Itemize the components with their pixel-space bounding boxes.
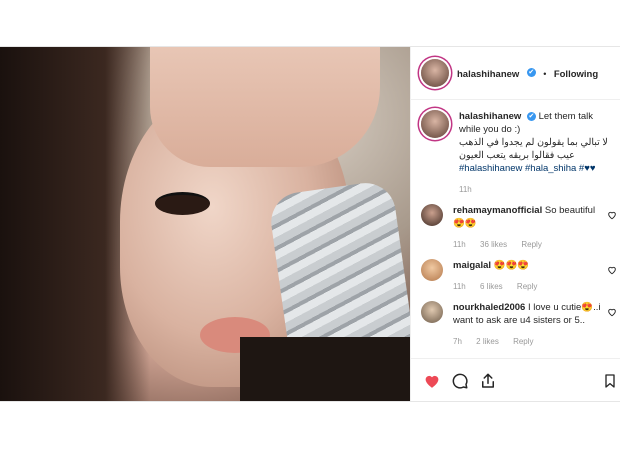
caption-hashtags[interactable]: #halashihanew #hala_shiha <box>459 163 576 174</box>
header-separator: • <box>543 69 547 79</box>
caption-arabic: لا تبالي بما يقولون لم يجدوا في الذهب عي… <box>459 137 608 161</box>
comment-username[interactable]: rehamaymanofficial <box>453 205 542 216</box>
share-icon[interactable] <box>477 370 499 392</box>
post-header: halashihanew ✔ • Following <box>411 47 620 100</box>
comment-meta: 11h 36 likes Reply <box>453 238 603 251</box>
post-sidebar: halashihanew ✔ • Following halashihanew … <box>410 47 620 401</box>
comment-text: 😍😍😍 <box>493 260 530 271</box>
comment-meta: 7h 2 likes Reply <box>453 335 603 348</box>
comment-body: nourkhaled2006 I love u cutie😍..i want t… <box>453 301 603 348</box>
verified-icon: ✔ <box>526 68 536 78</box>
comment-meta: 11h 6 likes Reply <box>453 280 603 293</box>
comment-time: 11h <box>453 240 466 249</box>
reply-button[interactable]: Reply <box>513 337 533 346</box>
header-user: halashihanew ✔ • Following <box>457 64 598 82</box>
heart-filled-icon[interactable] <box>421 370 443 392</box>
comments-list[interactable]: halashihanew ✔ Let them talk while you d… <box>411 100 620 358</box>
photo-hand <box>150 47 380 167</box>
action-bar <box>411 358 620 402</box>
comment-likes[interactable]: 36 likes <box>480 240 507 249</box>
instagram-post: halashihanew ✔ • Following halashihanew … <box>0 46 620 402</box>
avatar[interactable] <box>421 204 443 226</box>
comment-likes[interactable]: 6 likes <box>480 282 503 291</box>
caption: halashihanew ✔ Let them talk while you d… <box>411 100 620 196</box>
comment-body: maigalal 😍😍😍 11h 6 likes Reply <box>453 259 603 293</box>
post-photo[interactable] <box>0 47 410 401</box>
comment-item: maigalal 😍😍😍 11h 6 likes Reply <box>411 251 620 293</box>
comment-body: rehamaymanofficial So beautiful 😍😍 11h 3… <box>453 204 603 251</box>
avatar[interactable] <box>421 259 443 281</box>
comment-time: 11h <box>453 282 466 291</box>
bookmark-icon[interactable] <box>599 370 620 392</box>
avatar[interactable] <box>421 110 449 138</box>
verified-icon: ✔ <box>526 111 536 121</box>
comment-item: rehamaymanofficial So beautiful 😍😍 11h 3… <box>411 196 620 251</box>
photo-shirt <box>240 337 410 401</box>
avatar[interactable] <box>421 301 443 323</box>
comment-username[interactable]: nourkhaled2006 <box>453 302 525 313</box>
header-username[interactable]: halashihanew <box>457 69 519 80</box>
heart-outline-icon[interactable] <box>607 265 617 277</box>
comment-username[interactable]: maigalal <box>453 260 491 271</box>
caption-username[interactable]: halashihanew <box>459 111 521 122</box>
reply-button[interactable]: Reply <box>517 282 537 291</box>
comment-bubble-icon[interactable] <box>449 370 471 392</box>
heart-outline-icon[interactable] <box>607 210 617 222</box>
heart-outline-icon[interactable] <box>607 307 617 319</box>
avatar[interactable] <box>421 59 449 87</box>
comment-item: nourkhaled2006 I love u cutie😍..i want t… <box>411 293 620 348</box>
comment-time: 7h <box>453 337 462 346</box>
caption-emoji: #♥♥ <box>578 163 596 174</box>
caption-body: halashihanew ✔ Let them talk while you d… <box>459 110 611 196</box>
reply-button[interactable]: Reply <box>521 240 541 249</box>
following-button[interactable]: Following <box>554 69 598 80</box>
comment-likes[interactable]: 2 likes <box>476 337 499 346</box>
caption-time: 11h <box>459 185 472 194</box>
photo-eye <box>155 192 210 215</box>
